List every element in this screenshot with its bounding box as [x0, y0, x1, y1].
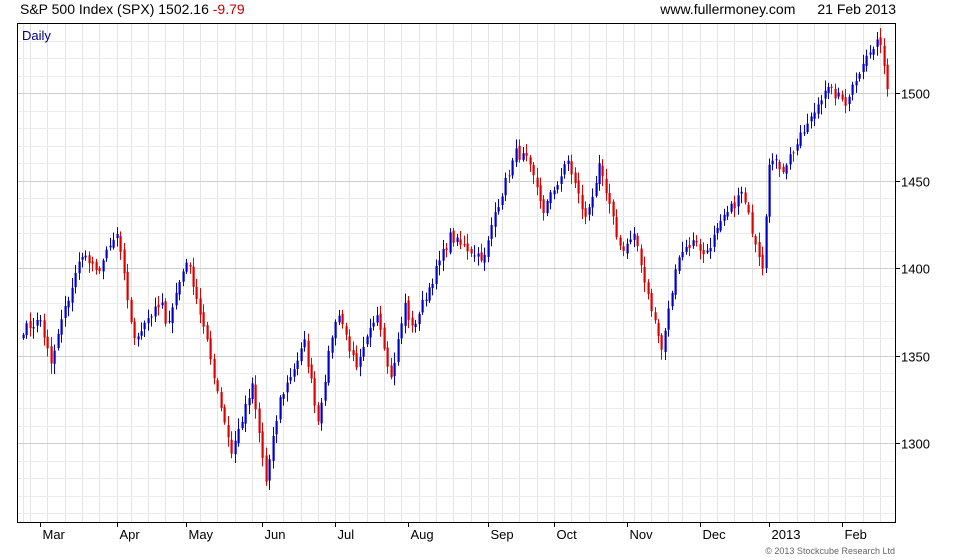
x-tick-label: Jun	[265, 527, 286, 542]
x-tick-label: Oct	[557, 527, 578, 542]
y-axis: 1300 1350 1400 1450 1500	[895, 87, 930, 452]
x-tick-label: Sep	[491, 527, 514, 542]
x-tick-label: May	[189, 527, 214, 542]
price-chart: 1300 1350 1400 1450 1500 Mar Apr May Jun Jul Aug S…	[17, 23, 930, 556]
candle-down	[164, 298, 167, 327]
x-tick-label: Mar	[43, 527, 66, 542]
x-tick-label: Nov	[630, 527, 654, 542]
x-tick-label: Feb	[845, 527, 867, 542]
y-tick-label: 1350	[901, 350, 930, 365]
x-tick-label: Jul	[338, 527, 355, 542]
y-tick-label: 1400	[901, 262, 930, 277]
interval-label: Daily	[22, 28, 51, 43]
y-tick-label: 1450	[901, 175, 930, 190]
candle-up	[327, 345, 330, 386]
copyright-text: © 2013 Stockcube Research Ltd	[765, 546, 895, 556]
y-tick-label: 1300	[901, 437, 930, 452]
x-tick-label: Aug	[411, 527, 434, 542]
y-tick-label: 1500	[901, 87, 930, 102]
x-tick-label: Apr	[120, 527, 141, 542]
x-axis: Mar Apr May Jun Jul Aug Sep Oct Nov Dec 2013 Feb	[40, 522, 867, 542]
candle-down	[223, 404, 226, 425]
x-tick-label: Dec	[703, 527, 727, 542]
candle-down	[130, 297, 133, 325]
x-tick-label: 2013	[772, 527, 801, 542]
candle-up	[279, 395, 282, 424]
candle-up	[765, 214, 768, 273]
candle-up	[674, 264, 677, 300]
candle-up	[768, 158, 771, 223]
